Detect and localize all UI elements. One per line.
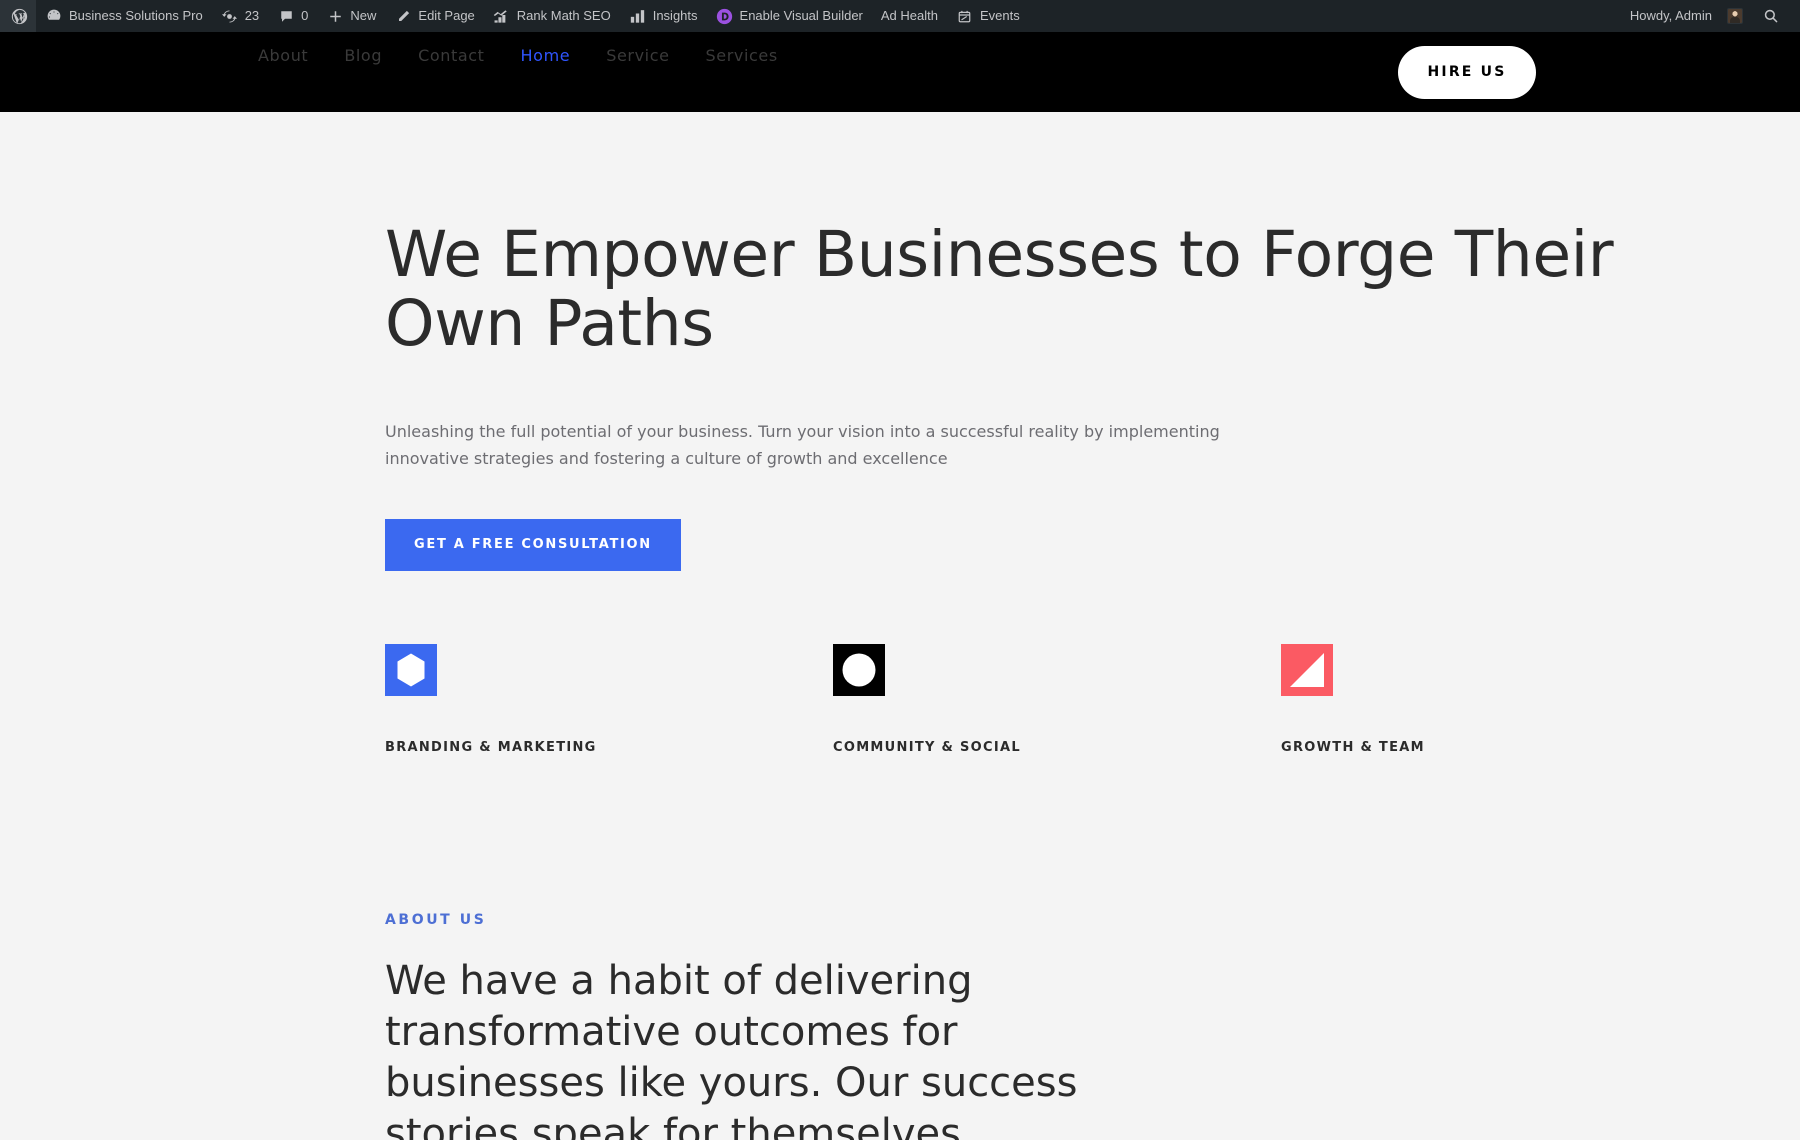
admin-bar-edit-page[interactable]: Edit Page — [385, 0, 483, 32]
nav-item-service[interactable]: Service — [606, 46, 669, 65]
content-inner: We Empower Businesses to Forge Their Own… — [385, 112, 1674, 1140]
nav-item-services[interactable]: Services — [706, 46, 778, 65]
divi-icon — [716, 7, 734, 25]
comment-bubble-icon — [277, 7, 295, 25]
features-section: BRANDING & MARKETING COMMUNITY & SOCIAL — [385, 643, 1674, 755]
rank-math-icon — [493, 7, 511, 25]
page-title: We Empower Businesses to Forge Their Own… — [385, 218, 1614, 361]
admin-bar-visual-builder-label: Enable Visual Builder — [739, 8, 863, 23]
updates-icon — [221, 7, 239, 25]
nav-item-about[interactable]: About — [258, 46, 308, 65]
admin-bar-edit-page-label: Edit Page — [418, 8, 475, 23]
admin-bar-comments[interactable]: 0 — [268, 0, 317, 32]
nav-item-contact[interactable]: Contact — [418, 46, 484, 65]
admin-bar-search[interactable] — [1752, 0, 1790, 32]
calendar-icon — [956, 7, 974, 25]
search-icon — [1762, 7, 1780, 25]
wordpress-logo-menu[interactable] — [0, 0, 36, 32]
admin-bar-updates[interactable]: 23 — [212, 0, 268, 32]
about-heading: We have a habit of delivering transforma… — [385, 957, 1078, 1140]
admin-bar-rank-math-label: Rank Math SEO — [516, 8, 611, 23]
wordpress-logo-icon — [10, 7, 28, 25]
wp-admin-bar: Business Solutions Pro 23 0 New Edit Pag… — [0, 0, 1800, 32]
circle-badge-icon — [833, 643, 885, 696]
hero-section: We Empower Businesses to Forge Their Own… — [385, 112, 1674, 571]
nav-item-blog[interactable]: Blog — [344, 46, 382, 65]
admin-bar-site-name-label: Business Solutions Pro — [69, 8, 203, 23]
get-a-free-consultation-button[interactable]: GET A FREE CONSULTATION — [385, 518, 681, 571]
about-eyebrow: ABOUT US — [385, 911, 487, 928]
howdy-label: Howdy, Admin — [1629, 8, 1712, 23]
admin-bar-insights-label: Insights — [652, 8, 698, 23]
admin-bar-events[interactable]: Events — [947, 0, 1029, 32]
feature-label-community-social: COMMUNITY & SOCIAL — [833, 739, 1021, 755]
feature-branding-marketing: BRANDING & MARKETING — [385, 643, 833, 755]
triangle-badge-icon — [1281, 643, 1333, 696]
admin-bar-new-label: New — [350, 8, 377, 23]
about-section: ABOUT US We have a habit of delivering t… — [385, 912, 1674, 1140]
feature-label-growth-team: GROWTH & TEAM — [1281, 739, 1425, 755]
site-header: About Blog Contact Home Service Services… — [0, 32, 1800, 112]
feature-community-social: COMMUNITY & SOCIAL — [833, 643, 1281, 755]
dashboard-icon — [45, 7, 63, 25]
admin-bar-right-group: Howdy, Admin — [1621, 0, 1800, 32]
page-content: We Empower Businesses to Forge Their Own… — [0, 112, 1800, 1140]
admin-bar-events-label: Events — [979, 8, 1020, 23]
admin-bar-visual-builder[interactable]: Enable Visual Builder — [707, 0, 872, 32]
feature-label-branding-marketing: BRANDING & MARKETING — [385, 739, 597, 755]
admin-bar-left-group: Business Solutions Pro 23 0 New Edit Pag… — [0, 0, 1029, 32]
admin-bar-comments-count: 0 — [301, 8, 309, 23]
content-container: We Empower Businesses to Forge Their Own… — [126, 112, 1674, 1140]
pencil-icon — [394, 7, 412, 25]
admin-bar-my-account[interactable]: Howdy, Admin — [1621, 0, 1752, 32]
admin-bar-rank-math[interactable]: Rank Math SEO — [484, 0, 620, 32]
bar-chart-icon — [629, 7, 647, 25]
hire-us-button[interactable]: HIRE US — [1398, 45, 1536, 99]
hero-subtitle: Unleashing the full potential of your bu… — [385, 421, 1220, 469]
plus-icon — [326, 7, 344, 25]
admin-bar-ad-health[interactable]: Ad Health — [872, 0, 947, 32]
admin-bar-insights[interactable]: Insights — [620, 0, 707, 32]
feature-growth-team: GROWTH & TEAM — [1281, 643, 1729, 755]
admin-bar-ad-health-label: Ad Health — [880, 8, 938, 23]
primary-navigation: About Blog Contact Home Service Services — [258, 46, 778, 65]
admin-bar-updates-count: 23 — [244, 8, 260, 23]
nav-item-home[interactable]: Home — [521, 46, 571, 65]
admin-bar-new-content[interactable]: New — [317, 0, 385, 32]
admin-bar-site-name[interactable]: Business Solutions Pro — [36, 0, 212, 32]
avatar — [1727, 8, 1743, 24]
hexagon-badge-icon — [385, 643, 437, 696]
